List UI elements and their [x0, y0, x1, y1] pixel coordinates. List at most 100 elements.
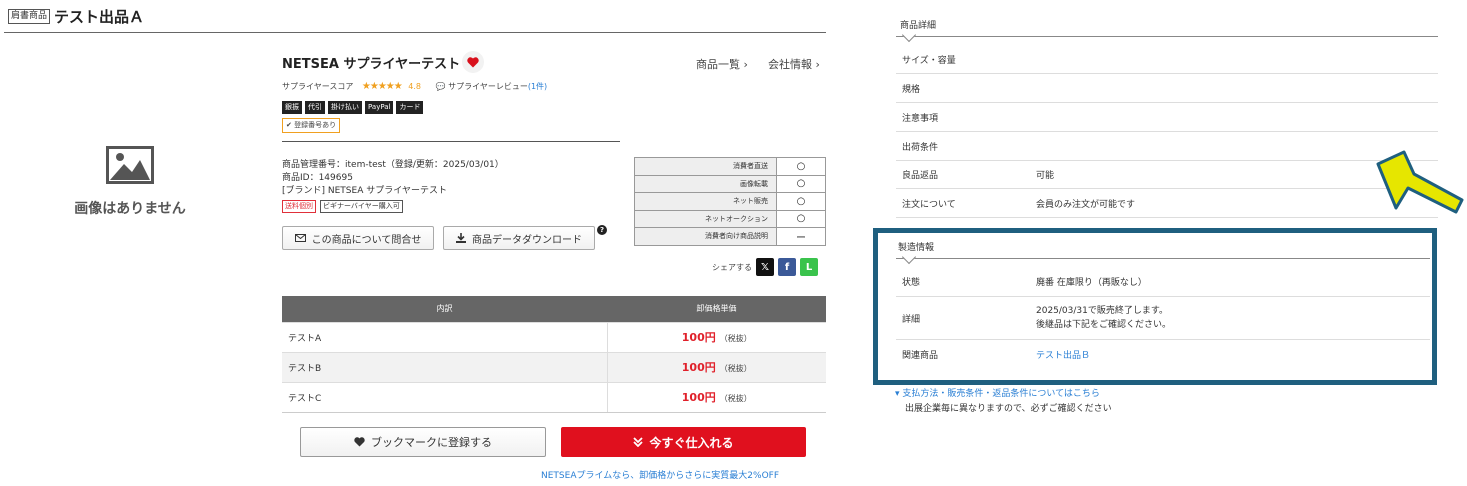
share-bar: シェアする 𝕏 f L: [712, 258, 818, 276]
download-data-button[interactable]: 商品データダウンロード: [443, 226, 595, 250]
detail-label: 注意事項: [902, 113, 939, 124]
detail-row: 注意事項: [896, 103, 1438, 132]
variant-name: テストB: [282, 351, 608, 382]
variant-price-cell: 100円 （税抜）: [607, 351, 826, 382]
price-table: 内訳 卸価格単価 テストA 100円 （税抜） テストB 100円 （税抜） テスト…: [282, 296, 826, 413]
permission-value: ○: [776, 157, 826, 176]
rating-value: 4.8: [408, 82, 422, 91]
price-row: テストC 100円 （税抜）: [282, 381, 826, 413]
favorite-button[interactable]: [462, 51, 484, 73]
permission-table: 消費者直送 ○ 画像転載 ○ ネット販売 ○ ネットオークション ○ 消費者向け商品説明…: [634, 157, 826, 246]
permission-value: ○: [776, 174, 826, 193]
heart-icon: [354, 437, 365, 447]
permission-value: ○: [776, 209, 826, 228]
payment-tag: PayPal: [365, 101, 394, 114]
product-id: 商品ID：149695: [282, 173, 353, 183]
manufacturing-section-title: 製造情報: [898, 243, 935, 253]
buy-now-button[interactable]: 今すぐ仕入れる: [561, 427, 806, 457]
payment-tag: 代引: [305, 101, 325, 114]
detail-line: 後継品は下記をご確認ください。: [1036, 320, 1172, 330]
variant-name: テストA: [282, 321, 608, 352]
permission-row: ネットオークション ○: [634, 209, 826, 228]
review-count: (1件): [527, 82, 548, 91]
product-flags: 送料個別 ビギナーバイヤー購入可: [282, 200, 403, 213]
tax-label: （税抜）: [719, 394, 752, 403]
double-chevron-down-icon: [633, 437, 644, 447]
detail-info-value: 2025/03/31で販売終了します。 後継品は下記をご確認ください。: [1036, 304, 1171, 332]
download-icon: [456, 233, 466, 243]
permission-label: 消費者直送: [634, 157, 777, 176]
brand: [ブランド] NETSEA サプライヤーテスト: [282, 186, 447, 196]
detail-info-label: 詳細: [902, 314, 921, 325]
supplier-score-label: サプライヤースコア: [282, 82, 354, 91]
download-button-label: 商品データダウンロード: [472, 234, 582, 246]
related-product-link[interactable]: テスト出品Ｂ: [1036, 348, 1090, 361]
annotation-arrow-icon: [1376, 150, 1464, 214]
permission-label: 画像転載: [634, 174, 777, 193]
image-icon: [106, 146, 154, 184]
status-row: 状態 廃番 在庫限り（再販なし）: [896, 266, 1430, 297]
detail-row: 規格: [896, 74, 1438, 103]
payment-tags: 銀振 代引 掛け払い PayPal カード: [282, 101, 424, 114]
permission-row: 画像転載 ○: [634, 174, 826, 193]
title-divider: [4, 32, 826, 33]
registration-badge: ✔ 登録番号あり: [282, 118, 341, 133]
beginner-flag: ビギナーバイヤー購入可: [320, 200, 403, 213]
detail-row: サイズ・容量: [896, 45, 1438, 74]
detail-info-row: 詳細 2025/03/31で販売終了します。 後継品は下記をご確認ください。: [896, 297, 1430, 340]
mail-icon: [294, 234, 306, 242]
related-label: 関連商品: [902, 351, 939, 361]
details-divider: [896, 36, 1438, 37]
heart-icon: [467, 56, 479, 67]
detail-label: 良品返品: [902, 170, 939, 181]
bookmark-button-label: ブックマークに登録する: [371, 436, 492, 449]
review-label: サプライヤーレビュー: [448, 82, 528, 91]
variant-price: 100円: [681, 391, 716, 404]
related-row: 関連商品 テスト出品Ｂ: [896, 340, 1430, 369]
permission-label: ネット販売: [634, 192, 777, 211]
permission-value: ー: [776, 227, 826, 246]
variant-price: 100円: [681, 361, 716, 374]
status-value: 廃番 在庫限り（再販なし）: [1036, 277, 1147, 288]
page-title: テスト出品Ａ: [54, 8, 145, 26]
details-section-title: 商品詳細: [900, 21, 937, 31]
inquiry-button[interactable]: この商品について問合せ: [282, 226, 434, 250]
line-share-icon[interactable]: L: [800, 258, 818, 276]
detail-row: 注文について 会員のみ注文が可能です: [896, 189, 1438, 218]
unit-price-header: 卸価格単価: [607, 296, 826, 322]
title-row: 肩書商品 テスト出品Ａ: [8, 6, 826, 32]
help-icon[interactable]: ?: [597, 225, 607, 235]
detail-row: 良品返品 可能: [896, 160, 1438, 189]
product-name: NETSEA サプライヤーテスト: [282, 57, 461, 72]
buy-now-label: 今すぐ仕入れる: [649, 435, 734, 450]
facebook-share-icon[interactable]: f: [778, 258, 796, 276]
variant-price-cell: 100円 （税抜）: [607, 381, 826, 413]
permission-value: ○: [776, 192, 826, 211]
share-label: シェアする: [712, 262, 752, 272]
rating-stars: ★★★★★: [361, 81, 403, 92]
company-info-link[interactable]: 会社情報 ›: [768, 56, 820, 72]
category-badge: 肩書商品: [8, 9, 51, 24]
prime-promo-link[interactable]: NETSEAプライムなら、卸価格からさらに実質最大2%OFF: [541, 468, 779, 481]
permission-label: 消費者向け商品説明: [634, 227, 777, 246]
price-table-header: 内訳 卸価格単価: [282, 296, 826, 322]
detail-row: 出荷条件: [896, 132, 1438, 161]
info-divider: [282, 141, 620, 142]
detail-label: 注文について: [902, 199, 956, 210]
payment-terms-link[interactable]: ▾ 支払方法・販売条件・返品条件についてはこちら: [895, 386, 1100, 399]
product-image-placeholder: 画像はありません: [40, 140, 220, 220]
tax-label: （税抜）: [719, 364, 752, 373]
supplier-review-link[interactable]: 💬 サプライヤーレビュー(1件): [436, 82, 548, 91]
payment-tag: 銀振: [282, 101, 302, 114]
inquiry-button-label: この商品について問合せ: [311, 234, 422, 246]
price-row: テストA 100円 （税抜）: [282, 321, 826, 352]
product-list-link[interactable]: 商品一覧 ›: [696, 56, 748, 72]
payment-terms-note: 出展企業毎に異なりますので、必ずご確認ください: [905, 404, 1112, 414]
management-number: 商品管理番号：item-test（登録/更新：2025/03/01）: [282, 160, 504, 170]
x-share-icon[interactable]: 𝕏: [756, 258, 774, 276]
bookmark-button[interactable]: ブックマークに登録する: [300, 427, 546, 457]
variant-name: テストC: [282, 381, 608, 413]
supplier-score-row: サプライヤースコア ★★★★★ 4.8 💬 サプライヤーレビュー(1件): [282, 81, 547, 92]
detail-label: サイズ・容量: [902, 55, 956, 66]
permission-row: 消費者直送 ○: [634, 157, 826, 176]
